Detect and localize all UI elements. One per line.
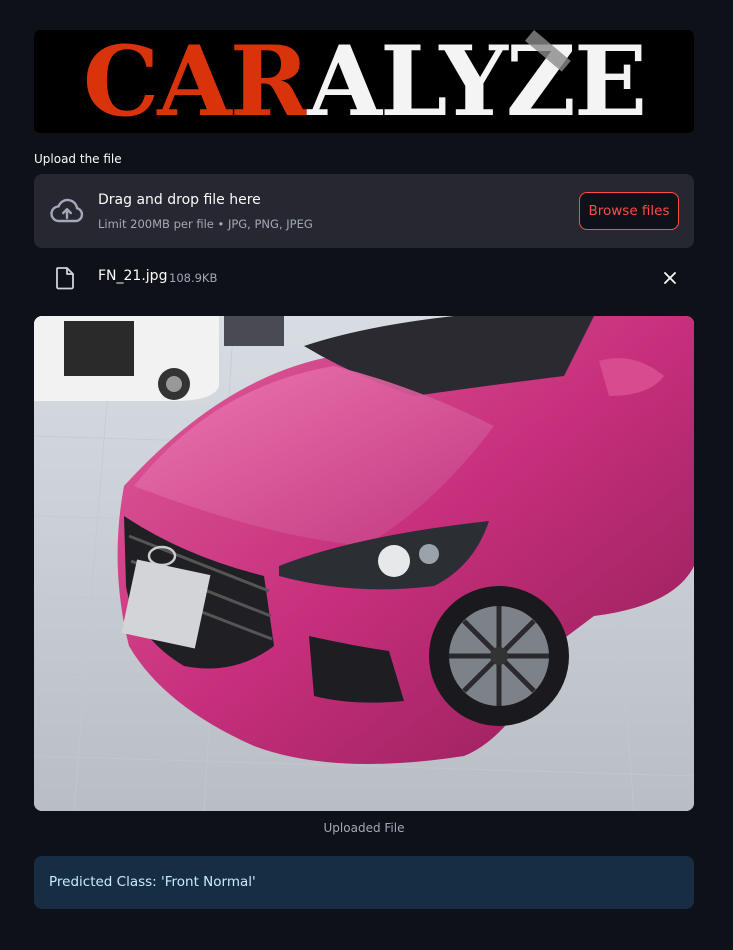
browse-files-button[interactable]: Browse files [579,192,679,230]
uploaded-car-image [34,316,694,811]
logo-car-text: CAR [82,30,310,133]
app-page: CARALYZE Upload the file Drag and drop f… [0,0,733,950]
prediction-text: Predicted Class: 'Front Normal' [49,874,256,890]
prediction-alert: Predicted Class: 'Front Normal' [34,856,694,909]
image-caption: Uploaded File [323,821,405,835]
caralyze-logo: CARALYZE [34,30,694,133]
dropzone-limits: Limit 200MB per file • JPG, PNG, JPEG [98,217,313,231]
logo-alyze-text: ALYZE [307,30,648,133]
file-size: 108.9KB [169,271,218,285]
dropzone-title: Drag and drop file here [98,192,261,208]
uploaded-file-row: FN_21.jpg 108.9KB [34,258,694,298]
upload-label: Upload the file [34,152,122,166]
file-name: FN_21.jpg [98,268,168,284]
close-icon [664,272,676,284]
car-photo [34,316,694,811]
cloud-upload-icon [50,198,84,223]
logo-wordmark: CARALYZE [83,33,647,130]
remove-file-button[interactable] [659,267,681,289]
file-icon [56,267,74,290]
file-dropzone[interactable]: Drag and drop file here Limit 200MB per … [34,174,694,248]
